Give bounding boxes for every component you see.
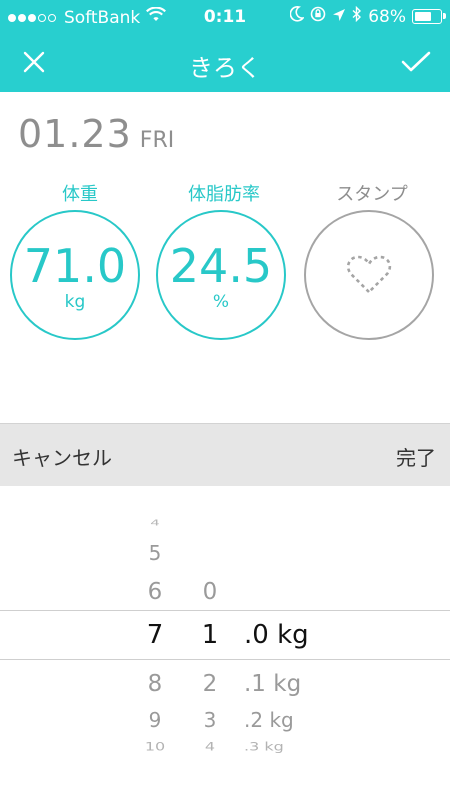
checkmark-icon: [401, 51, 431, 72]
navigation-bar: きろく: [0, 32, 450, 92]
picker-item[interactable]: 0: [184, 579, 236, 605]
picker-item[interactable]: 8: [128, 671, 182, 697]
weight-label: 体重: [62, 184, 98, 205]
picker-item-selected[interactable]: 1: [184, 620, 236, 650]
rotation-lock-icon: [310, 6, 326, 27]
weight-unit: kg: [64, 292, 86, 312]
page-title: きろく: [189, 54, 261, 82]
selection-divider-top: [0, 610, 450, 611]
status-right: 68%: [289, 5, 446, 27]
date-number: 01.23: [18, 112, 132, 156]
status-bar: SoftBank 0:11 68%: [0, 0, 450, 32]
picker-item[interactable]: .3 kg: [244, 740, 344, 753]
picker-item-selected[interactable]: .0 kg: [244, 620, 344, 650]
done-button[interactable]: 完了: [396, 442, 436, 471]
picker-toolbar: キャンセル 完了: [0, 423, 450, 486]
picker-item[interactable]: 4: [184, 740, 236, 753]
picker-item-selected[interactable]: 7: [128, 620, 182, 650]
location-arrow-icon: [332, 7, 346, 27]
bluetooth-icon: [352, 5, 362, 27]
picker-item[interactable]: 6: [128, 579, 182, 605]
body-fat-value: 24.5: [169, 239, 273, 293]
picker-item[interactable]: 2: [184, 671, 236, 697]
date-weekday: FRI: [139, 128, 175, 153]
picker-item[interactable]: .2 kg: [244, 708, 344, 732]
battery-percent: 68%: [368, 6, 406, 27]
moon-icon: [289, 6, 305, 27]
picker-item[interactable]: 4: [128, 518, 182, 528]
picker-item[interactable]: 3: [184, 708, 236, 732]
app-header: SoftBank 0:11 68% きろく: [0, 0, 450, 92]
picker-item[interactable]: .1 kg: [244, 671, 344, 697]
weight-circle-button[interactable]: 71.0 kg: [10, 210, 140, 340]
save-button[interactable]: [396, 42, 436, 82]
body-fat-circle-button[interactable]: 24.5 %: [156, 210, 286, 340]
stamp-label: スタンプ: [336, 184, 408, 205]
stamp-circle-button[interactable]: [304, 210, 434, 340]
selection-divider-bottom: [0, 659, 450, 660]
picker-item[interactable]: 9: [128, 708, 182, 732]
body-fat-label: 体脂肪率: [188, 184, 260, 205]
record-date: 01.23 FRI: [18, 112, 174, 156]
heart-outline-icon: [346, 255, 392, 294]
weight-picker[interactable]: 4 5 6 7 8 9 10 0 1 2 3 4 .0 kg .1 kg .2 …: [0, 486, 450, 800]
cancel-button[interactable]: キャンセル: [12, 442, 112, 471]
body-fat-unit: %: [212, 292, 230, 312]
battery-icon: [412, 9, 446, 24]
picker-item[interactable]: 5: [128, 541, 182, 565]
picker-item[interactable]: 10: [128, 740, 182, 753]
weight-value: 71.0: [23, 239, 127, 293]
